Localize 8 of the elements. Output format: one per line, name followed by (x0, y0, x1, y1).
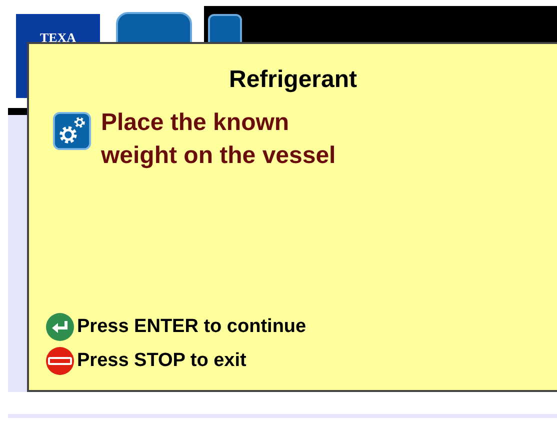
logo-text: TEXA (40, 30, 76, 44)
stop-icon (45, 346, 75, 376)
dialog-title: Refrigerant (228, 66, 358, 94)
gears-icon (53, 112, 91, 150)
enter-key-icon (45, 312, 75, 342)
dialog-message: Place the known weight on the vessel (101, 108, 337, 171)
instruction-text: Press ENTER to continue (77, 316, 306, 338)
instruction-text: Press STOP to exit (77, 350, 246, 372)
